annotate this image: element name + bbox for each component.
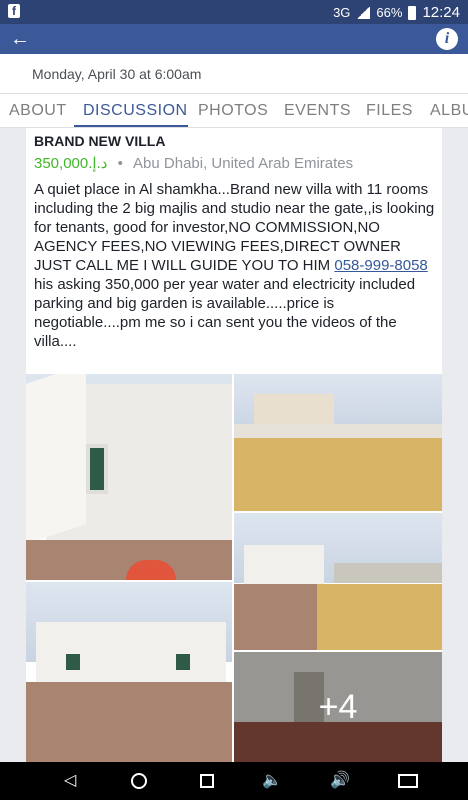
event-subheader: Monday, April 30 at 6:00am — [0, 54, 468, 94]
battery-percent: 66% — [376, 5, 403, 20]
back-arrow-icon[interactable]: ← — [10, 28, 30, 50]
more-photos-overlay[interactable]: +4 — [234, 652, 442, 762]
info-icon[interactable]: i — [436, 28, 458, 50]
app-bar: ← i — [0, 24, 468, 54]
signal-icon — [356, 6, 371, 19]
photo-villa-front[interactable] — [26, 582, 232, 762]
volume-up-icon[interactable]: 🔊 — [330, 771, 350, 791]
post-price: 350,000د.إ.‏ — [34, 155, 108, 172]
tab-albums[interactable]: ALBU — [430, 102, 468, 120]
photo-villa-wall[interactable] — [26, 374, 232, 580]
battery-icon — [408, 5, 417, 20]
photo-villa-exterior[interactable] — [234, 374, 442, 511]
nav-home-icon[interactable] — [131, 773, 147, 789]
separator-dot: • — [117, 155, 123, 172]
photo-villa-annex[interactable] — [234, 513, 442, 650]
description-text-after: his asking 350,000 per year water and el… — [34, 276, 416, 350]
marketplace-post: BRAND NEW VILLA 350,000د.إ.‏ • Abu Dhabi… — [26, 128, 442, 762]
group-tabs: ABOUT DISCUSSION PHOTOS EVENTS FILES ALB… — [0, 94, 468, 128]
event-date: Monday, April 30 at 6:00am — [32, 66, 202, 82]
android-nav-bar: ◁ 🔈 🔊 — [0, 762, 468, 800]
network-indicator: 3G — [333, 5, 351, 20]
volume-down-icon[interactable]: 🔈 — [262, 771, 282, 791]
tab-discussion[interactable]: DISCUSSION — [83, 102, 188, 120]
post-location[interactable]: Abu Dhabi, United Arab Emirates — [133, 155, 353, 172]
nav-back-icon[interactable]: ◁ — [64, 771, 76, 791]
screenshot-icon[interactable] — [398, 774, 418, 788]
status-bar: f 3G 66% 12:24 — [0, 0, 468, 24]
clock: 12:24 — [422, 4, 460, 21]
phone-link[interactable]: 058-999-8058 — [334, 257, 427, 274]
post-title: BRAND NEW VILLA — [34, 133, 166, 149]
nav-recents-icon[interactable] — [200, 774, 214, 788]
photo-villa-entrance[interactable]: +4 — [234, 652, 442, 762]
post-description: A quiet place in Al shamkha...Brand new … — [34, 180, 438, 351]
tab-files[interactable]: FILES — [366, 102, 413, 120]
tab-photos[interactable]: PHOTOS — [198, 102, 268, 120]
tab-about[interactable]: ABOUT — [9, 102, 67, 120]
status-right: 3G 66% 12:24 — [333, 4, 460, 21]
price-location-row: 350,000د.إ.‏ • Abu Dhabi, United Arab Em… — [34, 154, 353, 172]
facebook-icon: f — [8, 4, 20, 18]
tab-events[interactable]: EVENTS — [284, 102, 351, 120]
